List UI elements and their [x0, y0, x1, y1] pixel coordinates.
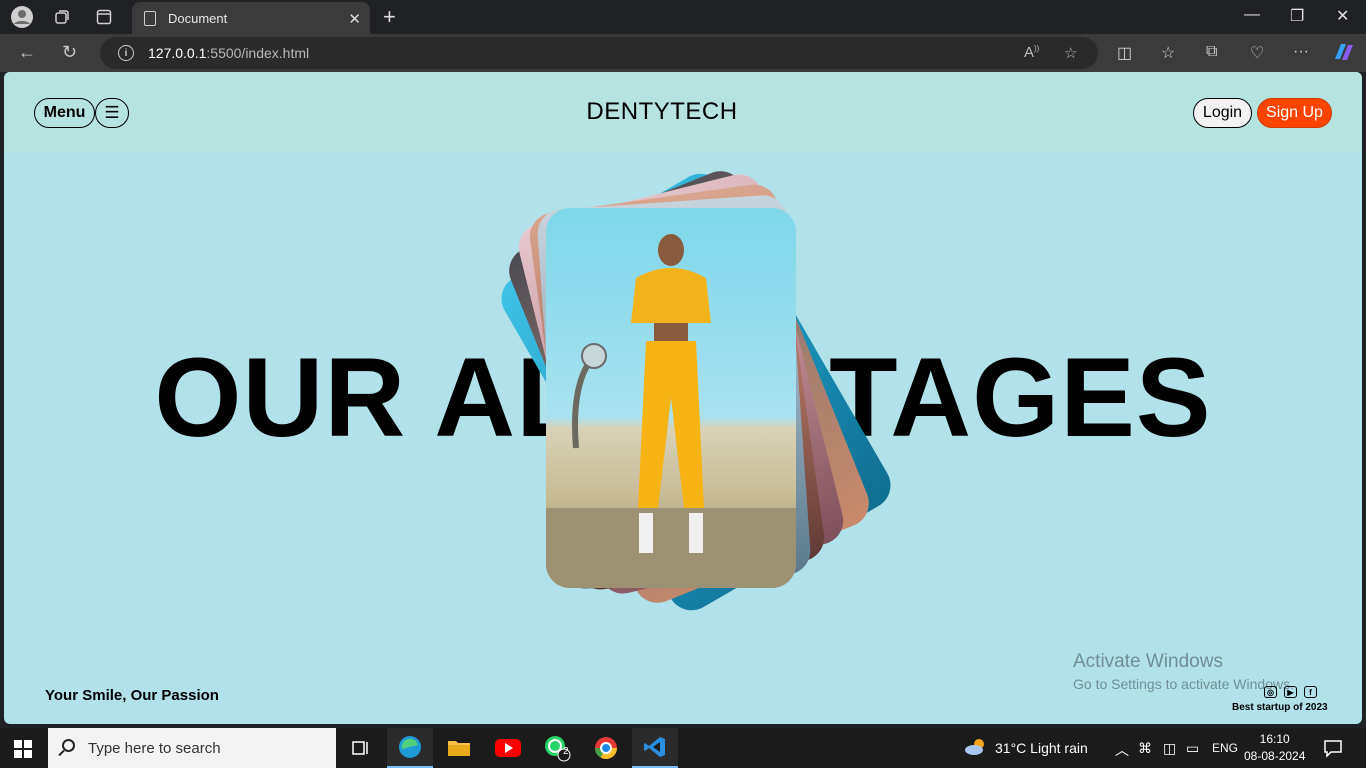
- featured-photo-card[interactable]: [546, 208, 796, 588]
- window-close-icon[interactable]: ✕: [1336, 6, 1349, 26]
- clock-time: 16:10: [1259, 732, 1290, 746]
- split-screen-icon[interactable]: ◫: [1117, 43, 1132, 63]
- youtube-app-icon[interactable]: [485, 728, 531, 768]
- performance-icon[interactable]: ♡: [1250, 43, 1264, 63]
- person-photo: [546, 234, 796, 588]
- favorites-icon[interactable]: ☆: [1161, 43, 1175, 63]
- url-path: :5500/index.html: [206, 45, 310, 61]
- meet-icon[interactable]: ◫: [1163, 740, 1176, 757]
- browser-toolbar: ← ↻ i 127.0.0.1:5500/index.html A)) ☆ ◫ …: [0, 34, 1366, 72]
- instagram-icon[interactable]: ◎: [1264, 686, 1277, 698]
- search-placeholder: Type here to search: [88, 739, 221, 757]
- search-icon: [62, 739, 75, 752]
- tab-title: Document: [168, 10, 228, 26]
- tagline: Your Smile, Our Passion: [45, 687, 219, 704]
- address-bar[interactable]: i 127.0.0.1:5500/index.html A)) ☆: [100, 37, 1098, 69]
- battery-icon[interactable]: ▭: [1186, 740, 1199, 757]
- social-links: ◎ ▶ f: [1264, 686, 1317, 698]
- back-icon[interactable]: ←: [18, 42, 36, 63]
- watermark-line2: Go to Settings to activate Windows.: [1073, 676, 1294, 692]
- collections-icon[interactable]: ⧉: [1206, 43, 1217, 61]
- chevron-up-icon[interactable]: ︿: [1115, 740, 1129, 760]
- info-icon[interactable]: i: [118, 45, 134, 61]
- watermark-line1: Activate Windows: [1073, 651, 1223, 672]
- tab-actions-icon[interactable]: [92, 5, 116, 29]
- tab-document[interactable]: Document ✕: [132, 2, 370, 34]
- file-explorer-icon[interactable]: [436, 728, 482, 768]
- vscode-icon[interactable]: [632, 728, 678, 768]
- read-aloud-icon[interactable]: A)): [1024, 44, 1039, 61]
- facebook-icon[interactable]: f: [1304, 686, 1317, 698]
- windows-start-icon[interactable]: [14, 740, 32, 758]
- language-indicator[interactable]: ENG: [1212, 741, 1238, 755]
- weather-text[interactable]: 31°C Light rain: [995, 740, 1088, 756]
- profile-icon[interactable]: [10, 5, 34, 29]
- edge-icon[interactable]: [387, 728, 433, 768]
- taskbar-search[interactable]: Type here to search: [48, 728, 336, 768]
- chrome-icon[interactable]: [583, 728, 629, 768]
- task-view-icon[interactable]: [338, 728, 384, 768]
- close-icon[interactable]: ✕: [348, 10, 361, 28]
- youtube-icon[interactable]: ▶: [1284, 686, 1297, 698]
- whatsapp-icon[interactable]: 2: [534, 728, 580, 768]
- url-host: 127.0.0.1: [148, 45, 207, 61]
- refresh-icon[interactable]: ↻: [62, 42, 77, 63]
- workspaces-icon[interactable]: [50, 5, 74, 29]
- browser-tab-bar: Document ✕ + — ❐ ✕: [0, 0, 1366, 34]
- photo-card-stack: [4, 72, 1362, 724]
- more-icon[interactable]: ···: [1293, 43, 1309, 61]
- document-icon: [144, 10, 156, 26]
- network-icon[interactable]: ⌘: [1138, 740, 1152, 757]
- notifications-icon[interactable]: [1323, 738, 1343, 761]
- copilot-icon[interactable]: [1332, 41, 1356, 68]
- restore-icon[interactable]: ❐: [1290, 6, 1304, 26]
- favorite-icon[interactable]: ☆: [1064, 44, 1077, 62]
- taskbar-clock[interactable]: 16:10 08-08-2024: [1244, 731, 1305, 765]
- weather-icon[interactable]: [963, 737, 989, 760]
- new-tab-icon[interactable]: +: [383, 4, 396, 30]
- page-viewport: Menu ☰ DENTYTECH Login Sign Up OUR ADVAN…: [4, 72, 1362, 724]
- award-text: Best startup of 2023: [1232, 702, 1328, 713]
- windows-taskbar: Type here to search 2 31°C Light rain ︿ …: [0, 728, 1366, 768]
- whatsapp-badge: 2: [563, 746, 569, 757]
- clock-date: 08-08-2024: [1244, 749, 1306, 763]
- activate-windows-watermark: Activate Windows Go to Settings to activ…: [1073, 651, 1294, 692]
- minimize-icon[interactable]: —: [1244, 6, 1260, 24]
